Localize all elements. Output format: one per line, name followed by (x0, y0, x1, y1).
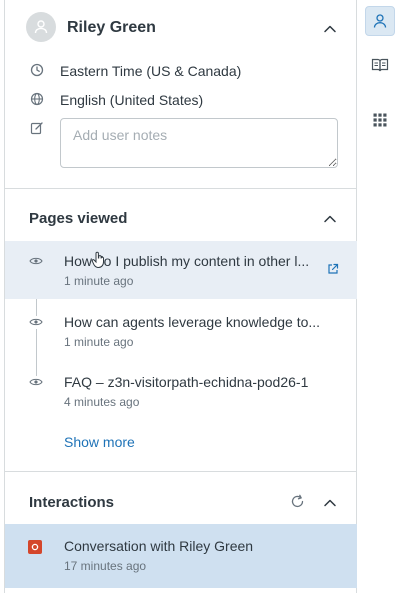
apps-button[interactable] (365, 105, 395, 135)
interaction-title[interactable]: Conversation with Riley Green (64, 538, 253, 554)
page-title[interactable]: How can agents leverage knowledge to... (64, 314, 320, 330)
chevron-up-icon[interactable] (323, 212, 337, 226)
show-more-link[interactable]: Show more (64, 434, 135, 450)
refresh-icon[interactable] (290, 494, 305, 509)
chevron-up-icon[interactable] (323, 496, 337, 510)
apps-rail (358, 0, 404, 593)
chevron-up-icon[interactable] (323, 22, 337, 36)
person-icon (373, 14, 387, 28)
user-name: Riley Green (67, 19, 156, 36)
language-value: English (United States) (60, 92, 204, 108)
book-icon (371, 58, 389, 72)
external-link-icon[interactable] (327, 263, 339, 275)
eye-icon (29, 257, 43, 265)
hand-cursor-icon (91, 251, 104, 269)
page-time: 1 minute ago (64, 335, 134, 349)
page-title[interactable]: FAQ – z3n-visitorpath-echidna-pod26-1 (64, 374, 308, 390)
page-time: 4 minutes ago (64, 395, 140, 409)
chat-glyph-icon (31, 543, 39, 551)
page-item[interactable]: How can agents leverage knowledge to... … (5, 302, 357, 360)
interaction-time: 17 minutes ago (64, 559, 147, 573)
conversation-badge-icon (28, 540, 42, 554)
pages-viewed-title: Pages viewed (29, 210, 128, 227)
interaction-item[interactable]: Conversation with Riley Green 17 minutes… (5, 524, 357, 588)
context-panel: Riley Green Eastern Time (US & Canada) E… (4, 0, 357, 593)
user-notes-field[interactable] (60, 118, 338, 168)
page-time: 1 minute ago (64, 274, 134, 288)
eye-icon (29, 318, 43, 326)
globe-icon (30, 92, 44, 106)
knowledge-button[interactable] (365, 50, 395, 80)
language-row: English (United States) (5, 90, 357, 112)
avatar (26, 12, 56, 42)
timezone-row: Eastern Time (US & Canada) (5, 61, 357, 83)
clock-icon (30, 63, 44, 77)
eye-icon (29, 378, 43, 386)
profile-header: Riley Green (5, 0, 357, 58)
timezone-value: Eastern Time (US & Canada) (60, 63, 242, 79)
divider (5, 188, 357, 189)
divider (5, 471, 357, 472)
edit-note-icon (30, 122, 43, 135)
interactions-title: Interactions (29, 494, 115, 511)
avatar-person-icon (34, 20, 48, 34)
page-item[interactable]: FAQ – z3n-visitorpath-echidna-pod26-1 4 … (5, 362, 357, 420)
apps-grid-icon (373, 113, 387, 127)
customer-context-button[interactable] (365, 6, 395, 36)
page-item[interactable]: How do I publish my content in other l..… (5, 241, 357, 299)
